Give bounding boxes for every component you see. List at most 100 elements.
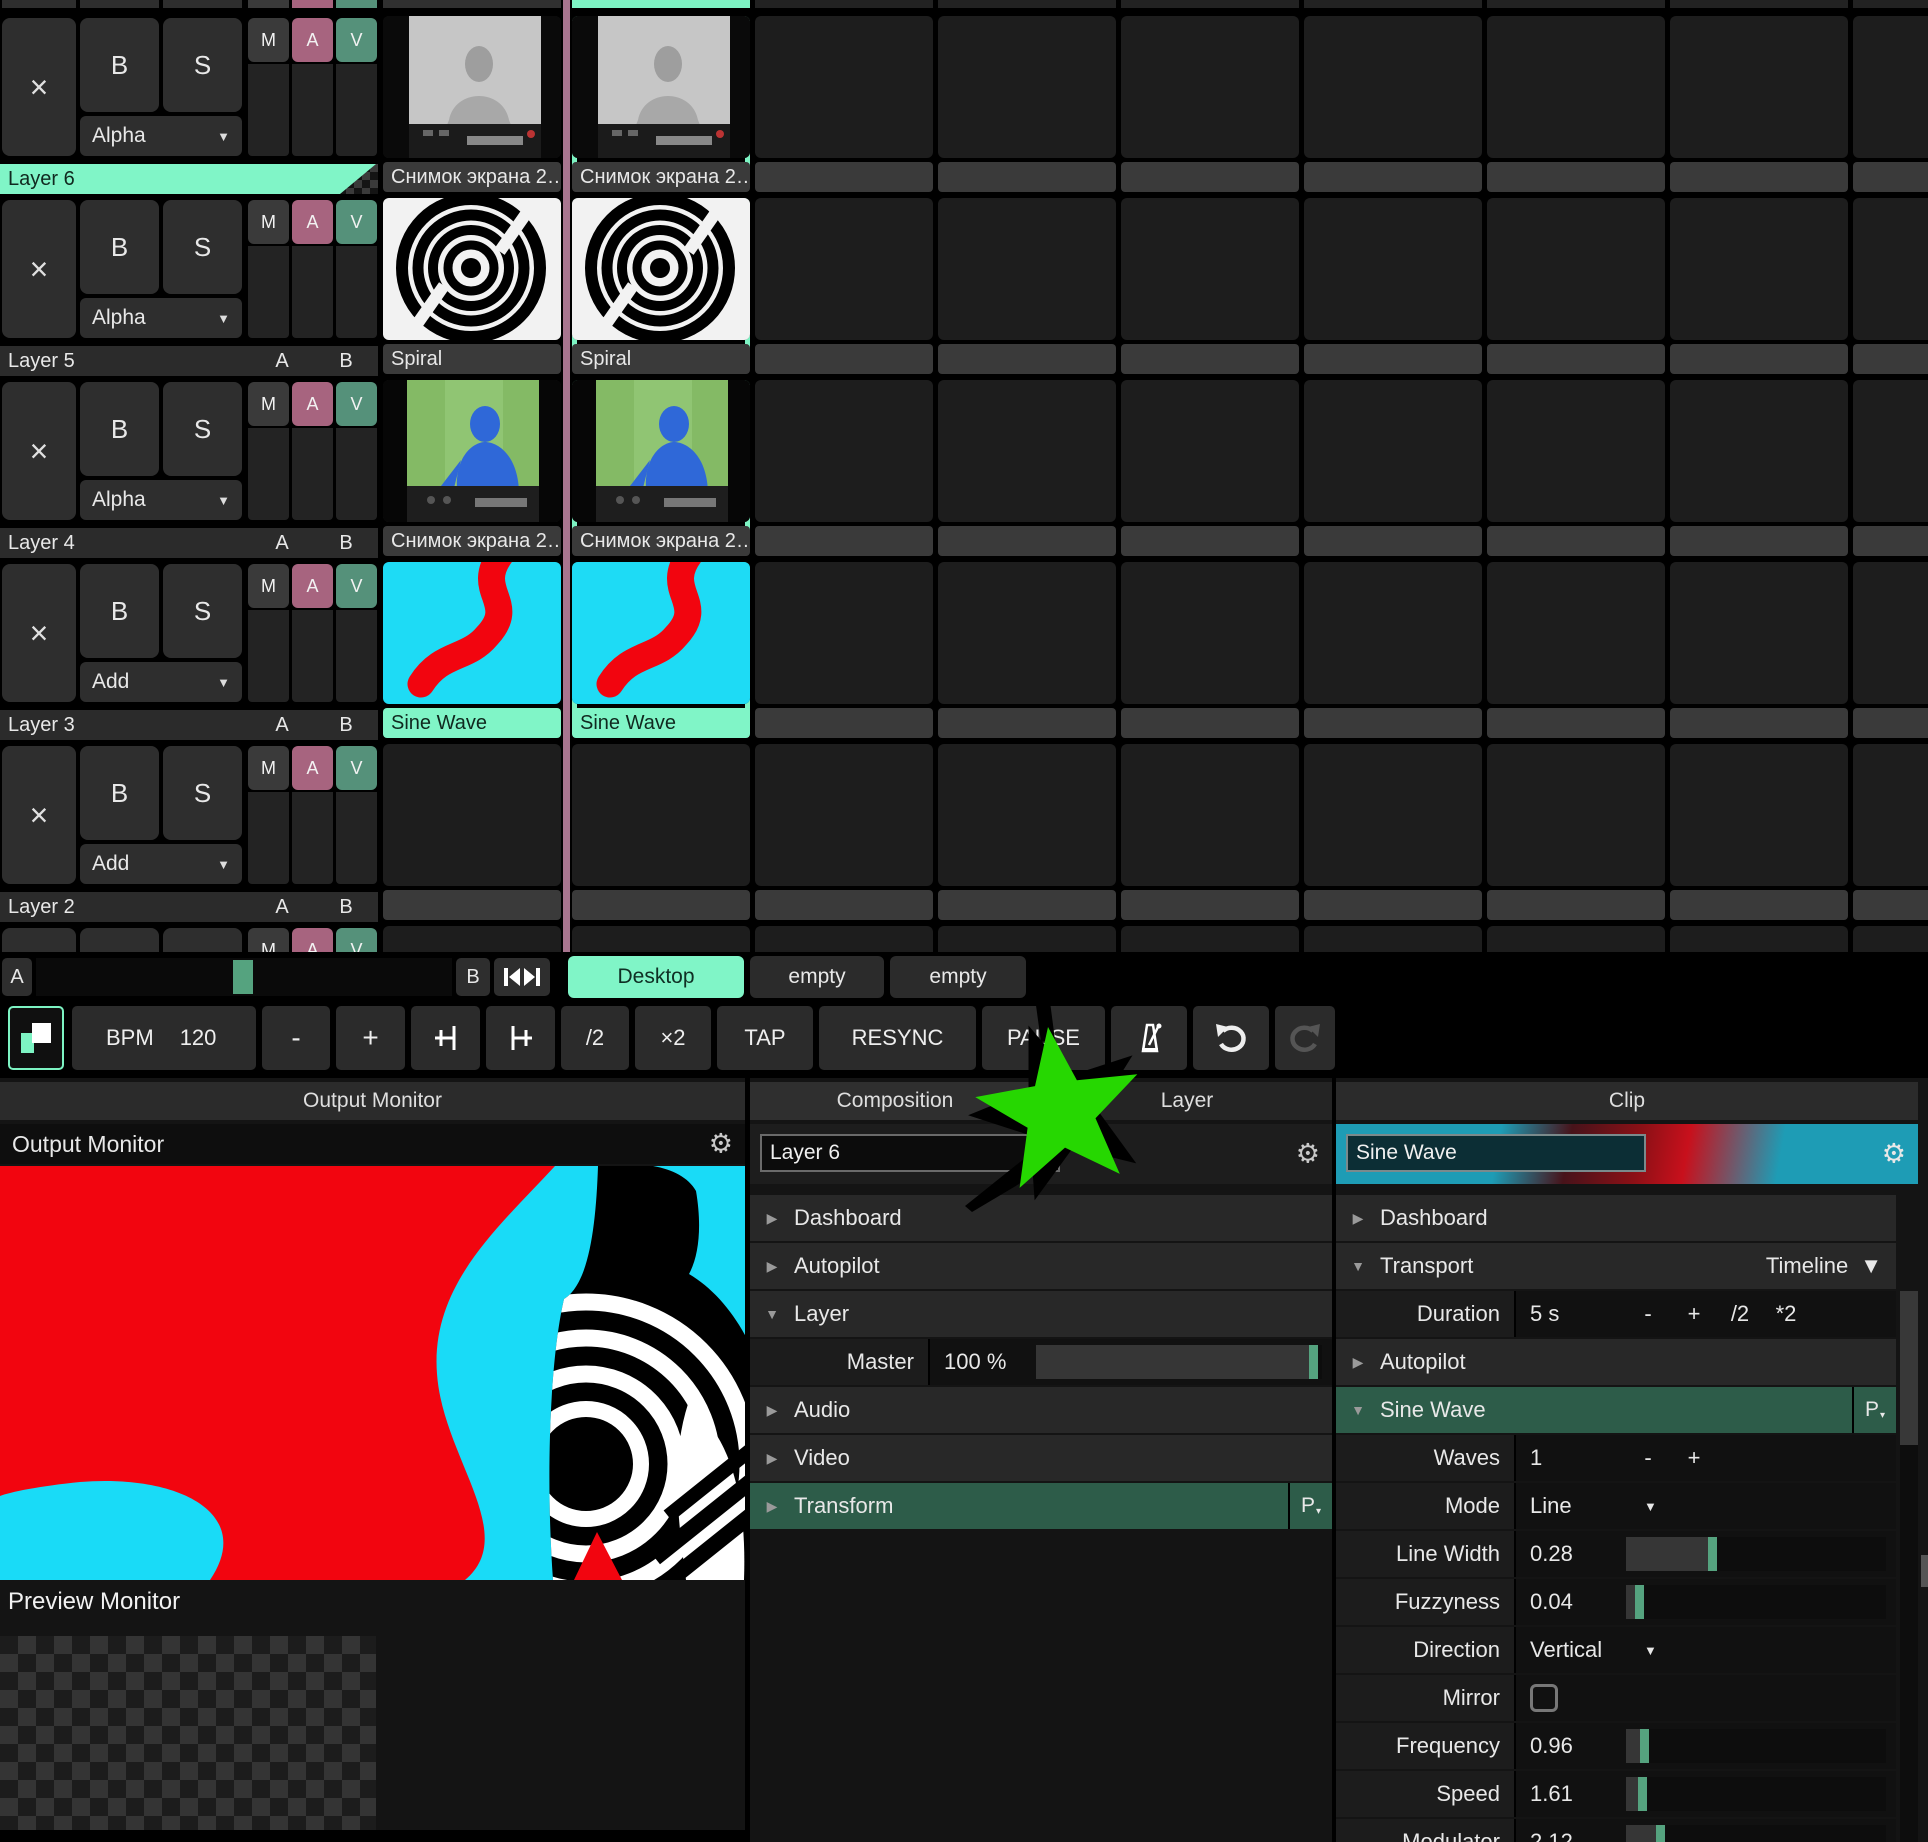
layer-a-button[interactable]: A [292, 928, 333, 952]
clip-cell-empty[interactable] [755, 562, 933, 738]
crossfader-assign-a[interactable]: A [262, 710, 302, 740]
layer-clear-button[interactable]: × [2, 564, 76, 702]
layer-v-button[interactable]: V [336, 928, 377, 952]
nudge-up-button[interactable] [486, 1006, 555, 1070]
layer-v-button[interactable]: V [336, 200, 377, 244]
composition-layer-section[interactable]: ▼Layer [750, 1291, 1332, 1337]
screen-tab-desktop[interactable]: Desktop [568, 956, 744, 998]
layer-blend-dropdown[interactable]: Alpha▼ [80, 298, 242, 338]
clip-cell-empty[interactable] [1304, 198, 1482, 374]
clip-cell-empty[interactable] [1304, 926, 1482, 952]
crossfader-assign-a[interactable]: A [262, 528, 302, 558]
layer-clear-button[interactable]: × [2, 382, 76, 520]
crossfader-assign-b[interactable]: B [326, 528, 366, 558]
clip-cell-empty[interactable] [1304, 380, 1482, 556]
layer-bypass-button[interactable]: B [80, 746, 159, 840]
clip-scrollbar-thumb[interactable] [1900, 1291, 1918, 1445]
clip-cell-empty[interactable] [1853, 744, 1928, 920]
clip-duration-step-button[interactable]: + [1676, 1301, 1712, 1327]
slider-handle[interactable] [1708, 1537, 1717, 1571]
clip-cell-empty[interactable] [938, 16, 1116, 192]
crossfader-assign-a[interactable]: A [262, 346, 302, 376]
clip-mirror-checkbox[interactable] [1530, 1684, 1558, 1712]
clip-cell-empty[interactable] [755, 16, 933, 192]
slider-handle[interactable] [1656, 1825, 1665, 1842]
crossfader-track[interactable] [36, 958, 452, 996]
composition-master-slider[interactable] [1036, 1345, 1322, 1379]
layer-bypass-button[interactable]: B [80, 200, 159, 294]
clip-cell-empty[interactable] [938, 380, 1116, 556]
bpm-double-button[interactable]: ×2 [635, 1006, 711, 1070]
clip-transport-section[interactable]: ▼TransportTimeline▼ [1336, 1243, 1896, 1289]
clip-mode-value[interactable]: Line [1530, 1493, 1630, 1519]
clip-autopilot-section[interactable]: ▶Autopilot [1336, 1339, 1896, 1385]
clip-cell-empty[interactable] [1487, 562, 1665, 738]
clip-cell-empty[interactable] [1670, 562, 1848, 738]
clip-direction-value[interactable]: Vertical [1530, 1637, 1630, 1663]
clip-cell-sine-wave[interactable]: Sine Wave [383, 562, 561, 738]
layer-bypass-button[interactable]: B [80, 564, 159, 658]
clip-panel-scrollbar[interactable] [1900, 1291, 1918, 1842]
layer-name-input[interactable] [760, 1134, 1060, 1172]
clip-cell-empty[interactable] [1121, 744, 1299, 920]
crossfader-assign-a[interactable]: A [262, 892, 302, 922]
clip-cell--2-[interactable]: Снимок экрана 2… [383, 16, 561, 192]
layer-a-button[interactable]: A [292, 746, 333, 790]
layer-clear-button[interactable]: × [2, 928, 76, 952]
clip-duration-step-button[interactable]: - [1630, 1301, 1666, 1327]
layer-v-button[interactable]: V [336, 18, 377, 62]
clip-duration-value[interactable]: 5 s [1530, 1301, 1630, 1327]
output-gear-icon[interactable]: ⚙ [709, 1131, 733, 1158]
layer-a-button[interactable]: A [292, 564, 333, 608]
clip-cell-empty[interactable] [938, 926, 1116, 952]
layer-bypass-button[interactable]: B [80, 382, 159, 476]
clip-modulator-value[interactable]: 2.12 [1530, 1829, 1630, 1842]
tab-layer[interactable]: Layer [1042, 1082, 1332, 1120]
clip-transport-mode-dropdown[interactable]: Timeline▼ [1766, 1253, 1882, 1279]
clip-tab[interactable]: Clip [1336, 1082, 1918, 1120]
layer-clear-button[interactable]: × [2, 200, 76, 338]
crossfader-assign-b[interactable]: B [326, 892, 366, 922]
composition-transform-params-button[interactable]: P▾ [1288, 1483, 1332, 1529]
tap-button[interactable]: TAP [717, 1006, 813, 1070]
layer-a-button[interactable]: A [292, 382, 333, 426]
metronome-button[interactable] [1111, 1006, 1187, 1070]
clip-waves-step-button[interactable]: - [1630, 1445, 1666, 1471]
clip-cell-empty[interactable] [938, 744, 1116, 920]
clip-cell-empty[interactable] [1670, 16, 1848, 192]
clip-cell-empty[interactable] [1670, 198, 1848, 374]
clip-cell-empty[interactable] [1121, 198, 1299, 374]
slider-handle[interactable] [1309, 1345, 1318, 1379]
redo-button[interactable] [1275, 1006, 1335, 1070]
bpm-plus-button[interactable]: + [336, 1006, 405, 1070]
skip-prev-next-button[interactable] [494, 958, 550, 996]
layer-v-button[interactable]: V [336, 746, 377, 790]
crossfader-handle[interactable] [233, 960, 253, 994]
clip-cell-empty[interactable] [1487, 198, 1665, 374]
bpm-half-button[interactable]: /2 [561, 1006, 629, 1070]
clip-cell-empty[interactable] [572, 926, 750, 952]
layer-master-button[interactable]: M [248, 746, 289, 790]
clip-cell-empty[interactable] [1853, 926, 1928, 952]
composition-transform-section[interactable]: ▶TransformP▾ [750, 1483, 1332, 1529]
layer-solo-button[interactable]: S [163, 746, 242, 840]
clip-frequency-slider[interactable] [1626, 1729, 1886, 1763]
layer-solo-button[interactable]: S [163, 200, 242, 294]
clip-cell-empty[interactable] [1853, 16, 1928, 192]
bpm-display[interactable]: BPM 120 [72, 1006, 256, 1070]
clip-name-input[interactable] [1346, 1134, 1646, 1172]
clip-cell-empty[interactable] [1487, 380, 1665, 556]
composition-audio-section[interactable]: ▶Audio [750, 1387, 1332, 1433]
layer-name-label[interactable]: Layer 2AB [0, 892, 378, 922]
clip-cell-empty[interactable] [1487, 744, 1665, 920]
clip-line-width-value[interactable]: 0.28 [1530, 1541, 1630, 1567]
clip-cell-empty[interactable] [383, 926, 561, 952]
layer-master-button[interactable]: M [248, 928, 289, 952]
clip-cell-empty[interactable] [1304, 16, 1482, 192]
clip-cell-spiral[interactable]: Spiral [383, 198, 561, 374]
slider-handle[interactable] [1635, 1585, 1644, 1619]
clip-cell-empty[interactable] [755, 380, 933, 556]
tab-composition[interactable]: Composition [750, 1082, 1040, 1120]
chevron-down-icon[interactable]: ▼ [1644, 1643, 1657, 1658]
composition-video-section[interactable]: ▶Video [750, 1435, 1332, 1481]
